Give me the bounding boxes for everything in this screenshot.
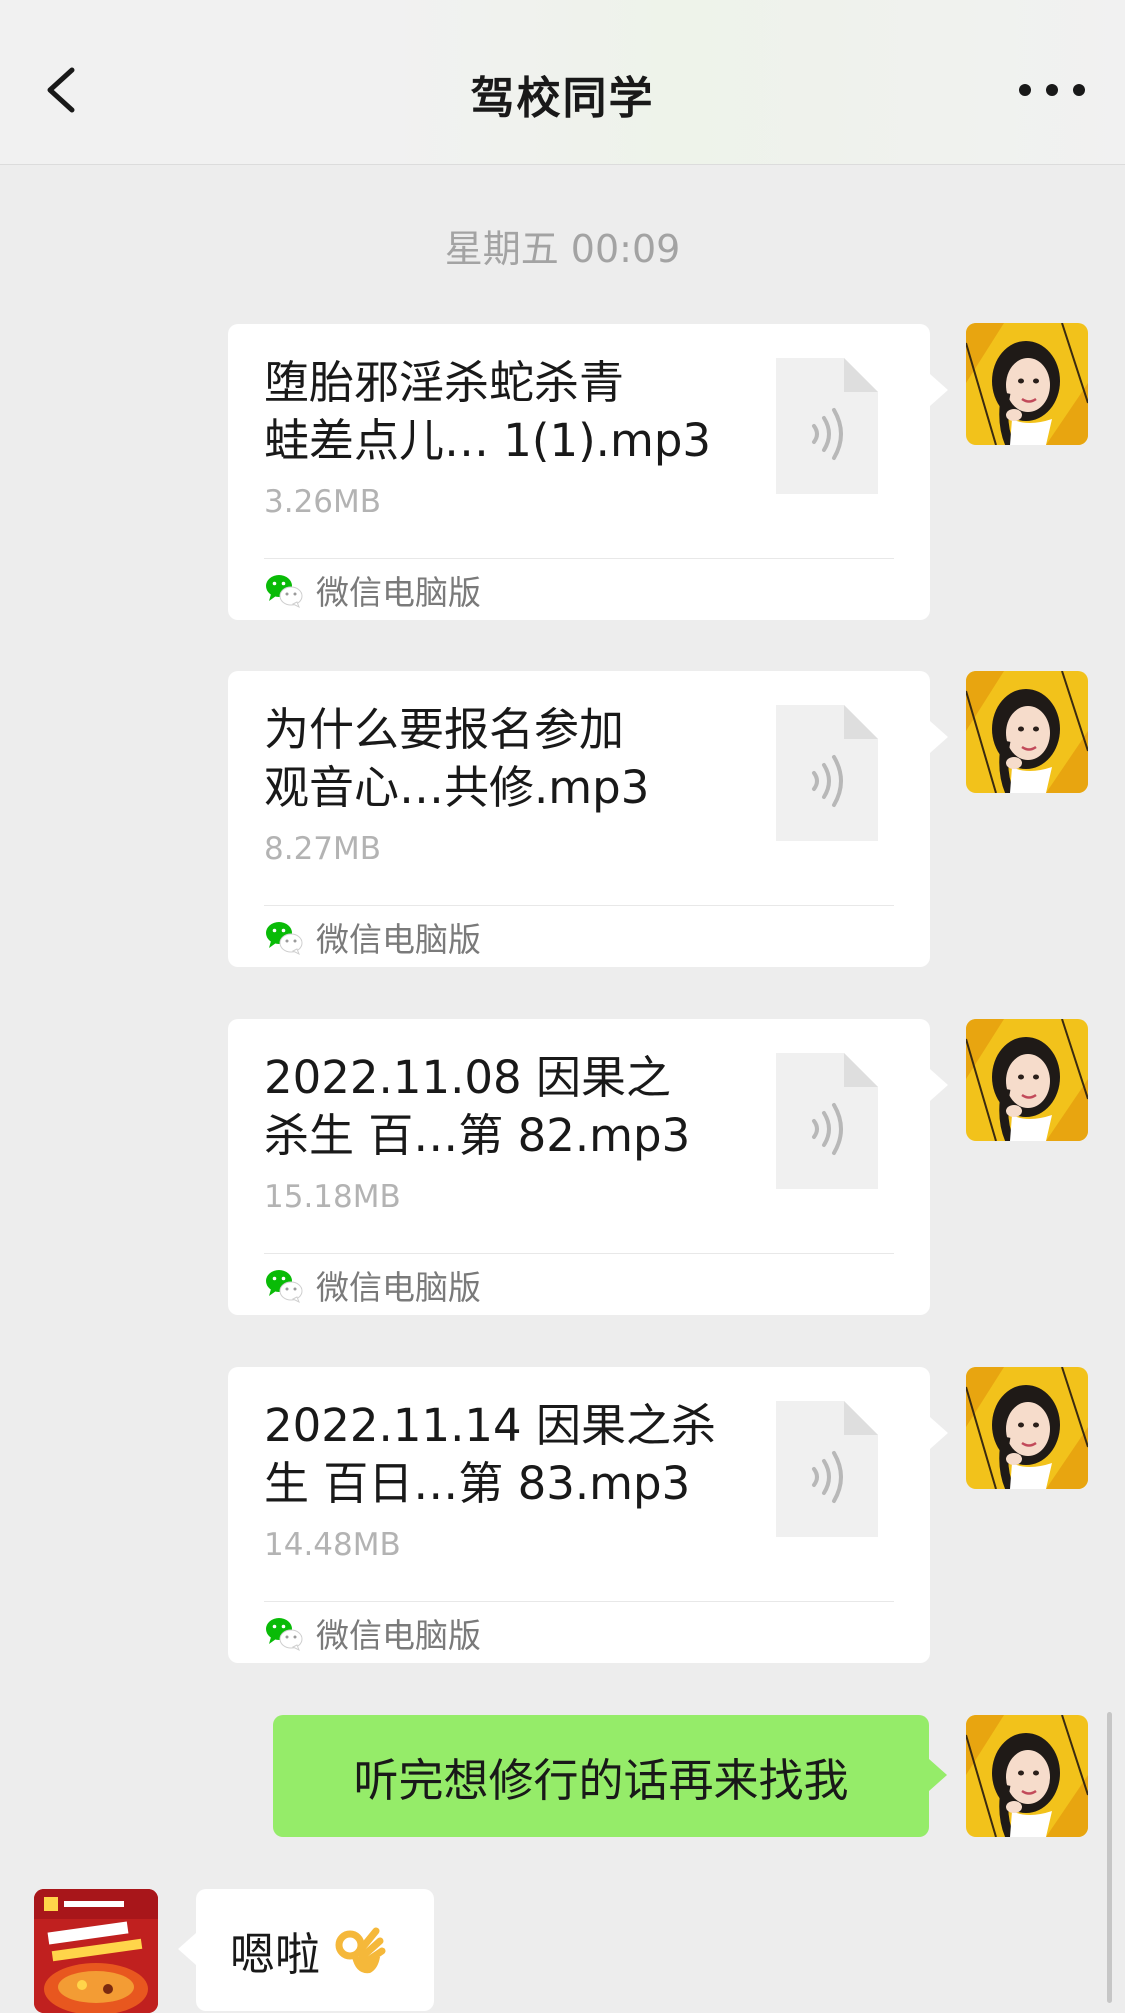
file-message[interactable]: 2022.11.14 因果之杀 生 百日…第 83.mp3 14.48MB 微信…	[228, 1367, 948, 1663]
chat-title: 驾校同学	[470, 73, 655, 124]
contact-avatar[interactable]	[34, 1889, 158, 2013]
wechat-logo-icon	[264, 570, 304, 610]
file-size: 14.48MB	[264, 1527, 401, 1563]
divider	[264, 1601, 894, 1602]
wechat-logo-icon	[264, 1613, 304, 1653]
message-text: 听完想修行的话再来找我	[353, 1753, 849, 1807]
divider	[264, 1253, 894, 1254]
file-message[interactable]: 2022.11.08 因果之 杀生 百…第 82.mp3 15.18MB 微信电…	[228, 1019, 948, 1315]
source-label: 微信电脑版	[316, 573, 481, 612]
file-source: 微信电脑版	[264, 568, 481, 612]
file-message[interactable]: 堕胎邪淫杀蛇杀青 蛙差点儿… 1(1).mp3 3.26MB 微信电脑版	[228, 324, 948, 620]
avatar[interactable]	[966, 1019, 1088, 1141]
file-source: 微信电脑版	[264, 915, 481, 959]
audio-file-icon	[776, 358, 878, 494]
more-icon[interactable]	[1017, 80, 1087, 100]
avatar[interactable]	[966, 671, 1088, 793]
wechat-logo-icon	[264, 1265, 304, 1305]
source-label: 微信电脑版	[316, 1616, 481, 1655]
audio-file-icon	[776, 1401, 878, 1537]
audio-file-icon	[776, 705, 878, 841]
message-timestamp: 星期五 00:09	[444, 227, 681, 271]
file-name: 堕胎邪淫杀蛇杀青 蛙差点儿… 1(1).mp3	[264, 356, 712, 467]
file-size: 8.27MB	[264, 831, 382, 867]
message-text: 嗯啦	[230, 1927, 321, 1981]
file-name: 2022.11.14 因果之杀 生 百日…第 83.mp3	[264, 1399, 716, 1510]
audio-file-icon	[776, 1053, 878, 1189]
file-name: 为什么要报名参加 观音心…共修.mp3	[264, 703, 650, 814]
file-source: 微信电脑版	[264, 1263, 481, 1307]
scrollbar[interactable]	[1107, 1712, 1112, 2003]
outgoing-text-message[interactable]: 听完想修行的话再来找我	[273, 1715, 947, 1837]
divider	[264, 558, 894, 559]
file-size: 3.26MB	[264, 484, 382, 520]
file-size: 15.18MB	[264, 1179, 401, 1215]
avatar[interactable]	[966, 1367, 1088, 1489]
source-label: 微信电脑版	[316, 1268, 481, 1307]
wechat-logo-icon	[264, 917, 304, 957]
file-source: 微信电脑版	[264, 1611, 481, 1655]
source-label: 微信电脑版	[316, 920, 481, 959]
nav-bar: 驾校同学	[0, 0, 1125, 165]
ok-hand-icon	[335, 1927, 386, 1974]
contact-avatar-image	[34, 1889, 158, 2013]
avatar[interactable]	[966, 323, 1088, 445]
file-name: 2022.11.08 因果之 杀生 百…第 82.mp3	[264, 1051, 691, 1162]
avatar[interactable]	[966, 1715, 1088, 1837]
divider	[264, 905, 894, 906]
incoming-text-message[interactable]: 嗯啦	[178, 1889, 434, 2011]
file-message[interactable]: 为什么要报名参加 观音心…共修.mp3 8.27MB 微信电脑版	[228, 671, 948, 967]
